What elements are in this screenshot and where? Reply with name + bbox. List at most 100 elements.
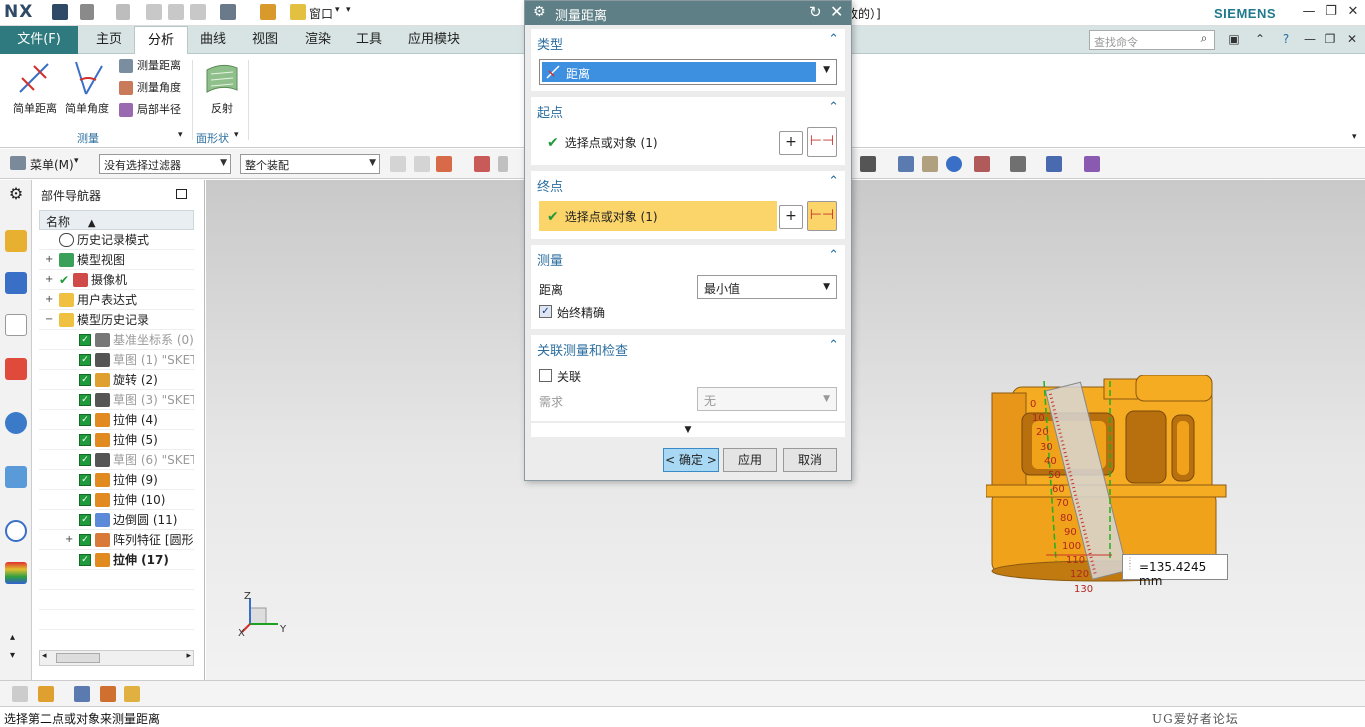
save-icon[interactable] xyxy=(52,4,68,20)
visibility-checkbox[interactable]: ✓ xyxy=(79,554,91,566)
close-icon[interactable]: ✕ xyxy=(1344,32,1360,48)
visibility-checkbox[interactable]: ✓ xyxy=(79,374,91,386)
selection-scope-select[interactable]: 整个装配 ▼ xyxy=(240,154,380,174)
view-cube-icon[interactable] xyxy=(1046,156,1062,172)
tree-item-feature[interactable]: ✓ 拉伸 (4) xyxy=(39,410,194,430)
minimize-icon[interactable]: — xyxy=(1300,4,1318,20)
section-header-start-point[interactable]: 起点 ⌃ xyxy=(531,97,845,121)
tab-render[interactable]: 渲染 xyxy=(294,26,342,54)
tree-item-feature[interactable]: ✓ 草图 (1) "SKET xyxy=(39,350,194,370)
distance-mode-select[interactable]: 最小值 ▼ xyxy=(697,275,837,299)
minimize-icon[interactable]: — xyxy=(1302,32,1318,48)
inferred-point-button[interactable]: ⊢⊣ xyxy=(807,201,837,231)
window-icon[interactable] xyxy=(290,4,306,20)
visibility-checkbox[interactable]: ✓ xyxy=(79,414,91,426)
scroll-left-icon[interactable]: ◂ xyxy=(42,651,47,661)
group-measure-chevron-icon[interactable]: ▾ xyxy=(178,130,183,140)
rotate-icon[interactable] xyxy=(946,156,962,172)
assembly-navigator-icon[interactable] xyxy=(5,230,27,252)
visibility-checkbox[interactable]: ✓ xyxy=(79,494,91,506)
part-navigator-icon[interactable] xyxy=(5,314,27,336)
tree-item-feature[interactable]: ✓ 旋转 (2) xyxy=(39,370,194,390)
type-select[interactable]: 距离 ▼ xyxy=(539,59,837,85)
touch-mode-icon[interactable] xyxy=(260,4,276,20)
tree-item-history-mode[interactable]: 历史记录模式 xyxy=(39,230,194,250)
tree-item-feature[interactable]: ✓ 拉伸 (10) xyxy=(39,490,194,510)
horizontal-scrollbar[interactable]: ◂ ▸ xyxy=(39,650,194,666)
tab-home[interactable]: 主页 xyxy=(84,26,134,54)
visibility-checkbox[interactable]: ✓ xyxy=(79,514,91,526)
visibility-checkbox[interactable]: ✓ xyxy=(79,354,91,366)
expand-icon[interactable]: + xyxy=(45,250,55,269)
snap-more-icon[interactable] xyxy=(498,156,508,172)
menu-button[interactable]: 菜单(M) xyxy=(30,156,74,173)
inferred-point-button[interactable]: ⊢⊣ xyxy=(807,127,837,157)
window-menu[interactable]: 窗口 xyxy=(309,5,333,22)
collapse-section-icon[interactable]: ⌃ xyxy=(828,338,839,353)
section-header-end-point[interactable]: 终点 ⌃ xyxy=(531,171,845,195)
more-options-toggle[interactable]: ▼ xyxy=(531,423,845,437)
measure-distance-button[interactable]: 测量距离 xyxy=(119,56,181,76)
dialog-title-bar[interactable]: ⚙ 测量距离 ↻ ✕ xyxy=(525,1,851,25)
menu-chevron-icon[interactable]: ▾ xyxy=(74,156,79,166)
cancel-button[interactable]: 取消 xyxy=(783,448,837,472)
tree-item-feature[interactable]: ✓ 拉伸 (9) xyxy=(39,470,194,490)
paste-icon[interactable] xyxy=(190,4,206,20)
point-dialog-button[interactable]: + xyxy=(779,131,803,155)
expand-icon[interactable]: + xyxy=(45,270,55,289)
render-style-icon[interactable] xyxy=(1010,156,1026,172)
associative-checkbox[interactable] xyxy=(539,369,552,382)
snap-icon[interactable] xyxy=(390,156,406,172)
add-component-icon[interactable] xyxy=(38,686,54,702)
visibility-checkbox[interactable]: ✓ xyxy=(79,434,91,446)
tab-file[interactable]: 文件(F) xyxy=(0,26,78,54)
visibility-checkbox[interactable]: ✓ xyxy=(79,334,91,346)
apply-button[interactable]: 应用 xyxy=(723,448,777,472)
tab-view[interactable]: 视图 xyxy=(240,26,290,54)
visibility-checkbox[interactable]: ✓ xyxy=(79,534,91,546)
simple-distance-button[interactable]: 简单距离 xyxy=(10,58,60,118)
requirement-select[interactable]: 无 ▼ xyxy=(697,387,837,411)
tab-application[interactable]: 应用模块 xyxy=(398,26,470,54)
visibility-checkbox[interactable]: ✓ xyxy=(79,474,91,486)
expand-icon[interactable]: + xyxy=(45,290,55,309)
section-header-type[interactable]: 类型 ⌃ xyxy=(531,29,845,53)
group-face-shape-chevron-icon[interactable]: ▾ xyxy=(234,130,239,140)
history-clock-icon[interactable] xyxy=(5,520,27,542)
snap-type-icon[interactable] xyxy=(436,156,452,172)
scroll-right-icon[interactable]: ▸ xyxy=(186,651,191,661)
tree-item-cameras[interactable]: + ✔ 摄像机 xyxy=(39,270,194,290)
collapse-section-icon[interactable]: ⌃ xyxy=(828,100,839,115)
tree-item-feature[interactable]: ✓ 边倒圆 (11) xyxy=(39,510,194,530)
reflection-button[interactable]: 反射 xyxy=(197,58,247,118)
close-icon[interactable]: ✕ xyxy=(1344,4,1362,20)
visibility-icon[interactable] xyxy=(1084,156,1100,172)
visibility-checkbox[interactable]: ✓ xyxy=(79,394,91,406)
cut-icon[interactable] xyxy=(146,4,162,20)
fullscreen-icon[interactable]: ▣ xyxy=(1226,32,1242,48)
tree-item-user-expressions[interactable]: + 用户表达式 xyxy=(39,290,194,310)
new-component-icon[interactable] xyxy=(124,686,140,702)
grid-icon[interactable] xyxy=(860,156,876,172)
tree-item-feature[interactable]: ✓ 基准坐标系 (0) xyxy=(39,330,194,350)
navigator-column-header[interactable]: 名称 ▲ xyxy=(39,210,194,230)
info-icon[interactable] xyxy=(5,412,27,434)
system-visualization-icon[interactable] xyxy=(5,562,27,584)
collapse-ribbon-icon[interactable]: ⌃ xyxy=(1252,32,1268,48)
scrollbar-thumb[interactable] xyxy=(56,653,100,663)
restore-icon[interactable]: ❐ xyxy=(1322,32,1338,48)
selection-filter-select[interactable]: 没有选择过滤器 ▼ xyxy=(99,154,231,174)
orient-view-icon[interactable] xyxy=(974,156,990,172)
always-precise-checkbox[interactable]: ✓ xyxy=(539,305,552,318)
maximize-icon[interactable] xyxy=(176,189,187,199)
menu-icon[interactable] xyxy=(10,156,26,170)
simple-angle-button[interactable]: 简单角度 xyxy=(62,58,112,118)
constraint-icon[interactable] xyxy=(74,686,90,702)
selection-icon[interactable] xyxy=(12,686,28,702)
gear-icon[interactable]: ⚙ xyxy=(5,184,27,206)
tree-item-feature-current[interactable]: ✓ 拉伸 (17) xyxy=(39,550,194,570)
collapse-section-icon[interactable]: ⌃ xyxy=(828,32,839,47)
close-icon[interactable]: ✕ xyxy=(830,2,843,21)
gear-icon[interactable]: ⚙ xyxy=(533,4,546,20)
snap-end-icon[interactable] xyxy=(474,156,490,172)
